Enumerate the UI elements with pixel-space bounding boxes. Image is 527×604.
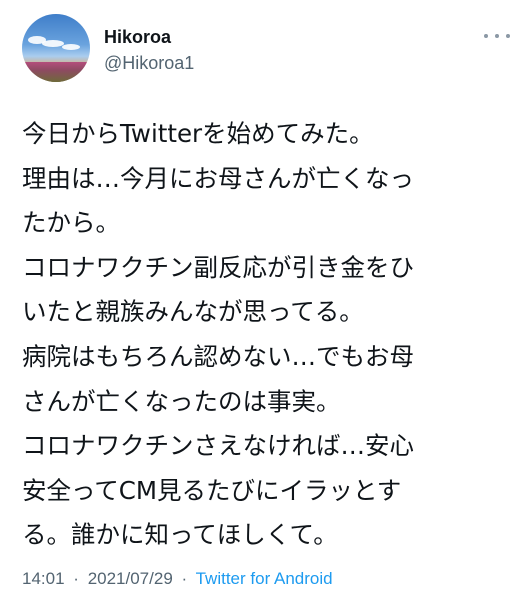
tweet-date[interactable]: 2021/07/29 xyxy=(88,569,173,588)
more-horizontal-icon[interactable] xyxy=(484,28,510,44)
tweet-line: さんが亡くなったのは事実。 xyxy=(22,386,341,416)
tweet-line: コロナワクチンさえなければ…安心 xyxy=(22,431,414,461)
avatar[interactable] xyxy=(22,14,90,82)
meta-separator: · xyxy=(73,569,79,588)
author-handle[interactable]: @Hikoroa1 xyxy=(104,53,194,73)
tweet-text: 今日からTwitterを始めてみた。 理由は…今月にお母さんが亡くなっ たから。… xyxy=(22,112,522,558)
tweet-meta: 14:01 · 2021/07/29 · Twitter for Android xyxy=(22,569,333,589)
avatar-cloud xyxy=(62,44,80,50)
meta-separator: · xyxy=(181,569,188,588)
more-dot xyxy=(484,34,488,38)
author-display-name[interactable]: Hikoroa xyxy=(104,27,171,47)
tweet-line: コロナワクチン副反応が引き金をひ xyxy=(22,252,414,282)
tweet-line: 病院はもちろん認めない…でもお母 xyxy=(22,341,414,371)
tweet-line: 今日からTwitterを始めてみた。 xyxy=(22,119,374,148)
tweet-line: 理由は…今月にお母さんが亡くなっ xyxy=(22,163,414,193)
tweet-line: いたと親族みんなが思ってる。 xyxy=(22,297,364,327)
more-dot xyxy=(506,34,510,38)
avatar-ground xyxy=(22,62,90,82)
tweet-line: たから。 xyxy=(22,208,120,238)
avatar-cloud xyxy=(42,40,64,47)
tweet-time[interactable]: 14:01 xyxy=(22,569,65,588)
tweet-line: 安全ってCM見るたびにイラッとす xyxy=(22,475,402,505)
tweet-line: る。誰かに知ってほしくて。 xyxy=(22,520,338,550)
tweet-card: Hikoroa @Hikoroa1 今日からTwitterを始めてみた。 理由は… xyxy=(0,0,527,604)
tweet-source-link[interactable]: Twitter for Android xyxy=(196,569,333,588)
more-dot xyxy=(495,34,499,38)
